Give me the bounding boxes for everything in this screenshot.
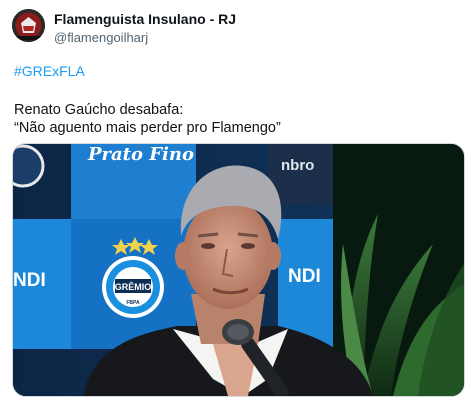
avatar-image	[12, 9, 45, 42]
plant-decoration	[333, 144, 464, 396]
hashtag-link[interactable]: #GRExFLA	[14, 62, 85, 80]
sponsor-prato-fino: Prato Fino	[87, 144, 194, 165]
sponsor-right-top: nbro	[281, 157, 314, 174]
tweet-text-line-1: Renato Gaúcho desabafa:	[14, 102, 184, 118]
tweet-text-line-2: “Não aguento mais perder pro Flamengo”	[14, 120, 281, 136]
author-handle[interactable]: @flamengoilharj	[54, 29, 236, 47]
sponsor-right: NDI	[288, 266, 321, 287]
author-block: Flamenguista Insulano - RJ @flamengoilha…	[54, 10, 236, 47]
crest-small-text: FBPA	[126, 300, 140, 306]
author-avatar[interactable]	[12, 9, 45, 42]
sponsor-left: NDI	[13, 270, 46, 291]
author-display-name[interactable]: Flamenguista Insulano - RJ	[54, 10, 236, 28]
press-conference-photo: Prato Fino nbro NDI NDI GRÊMIO FBPA	[13, 144, 464, 396]
crest-text: GRÊMIO	[115, 281, 152, 292]
tweet-media-image[interactable]: Prato Fino nbro NDI NDI GRÊMIO FBPA	[12, 143, 465, 397]
crest-fragment-icon	[13, 144, 45, 188]
tweet-card: Flamenguista Insulano - RJ @flamengoilha…	[0, 0, 474, 405]
